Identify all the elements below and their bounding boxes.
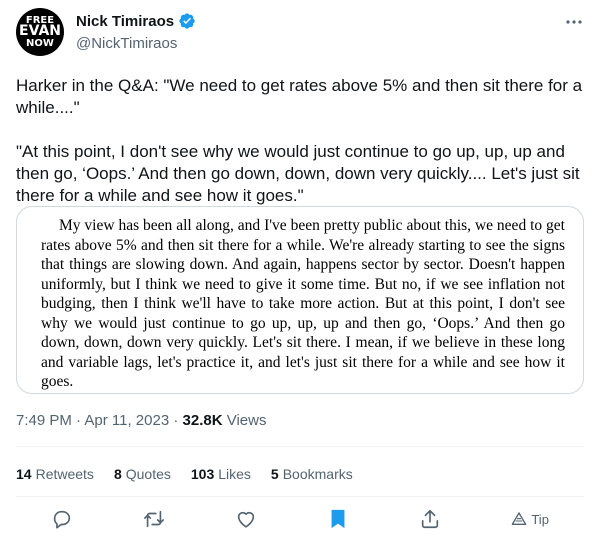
meta-separator: · <box>71 412 85 429</box>
divider <box>16 496 584 497</box>
tweet-date[interactable]: Apr 11, 2023 <box>84 412 169 429</box>
likes-count: 103 <box>190 466 215 482</box>
avatar-line-3: NOW <box>26 37 54 49</box>
share-icon <box>422 509 439 529</box>
more-icon[interactable] <box>564 12 584 32</box>
bookmark-icon <box>331 509 345 529</box>
tweet-stats: 14 Retweets 8 Quotes 103 Likes 5 Bookmarks <box>16 466 373 482</box>
likes-label: Likes <box>218 466 251 482</box>
tweet-time[interactable]: 7:49 PM <box>16 412 72 429</box>
author-name-row[interactable]: Nick Timiraos <box>76 12 196 30</box>
quotes-label: Quotes <box>125 466 171 482</box>
likes-stat[interactable]: 103 Likes <box>191 466 251 482</box>
retweets-count: 14 <box>16 466 32 482</box>
author-name[interactable]: Nick Timiraos <box>76 13 174 30</box>
verified-badge-icon <box>179 13 195 29</box>
meta-separator: · <box>169 412 183 429</box>
media-quote-text: My view has been all along, and I've bee… <box>41 217 565 390</box>
quotes-stat[interactable]: 8 Quotes <box>114 466 171 482</box>
author-handle[interactable]: @NickTimiraos <box>76 35 177 52</box>
quotes-count: 8 <box>113 466 122 482</box>
share-button[interactable] <box>419 508 441 530</box>
retweets-label: Retweets <box>35 466 94 482</box>
action-bar: Tip <box>16 508 584 530</box>
tip-label: Tip <box>531 511 549 527</box>
views-count: 32.8K <box>182 412 223 429</box>
reply-button[interactable] <box>51 508 73 530</box>
tweet-text: Harker in the Q&A: "We need to get rates… <box>16 76 583 205</box>
bookmark-button[interactable] <box>327 508 349 530</box>
like-icon <box>237 511 255 528</box>
retweets-stat[interactable]: 14 Retweets <box>16 466 94 482</box>
bookmarks-count: 5 <box>270 466 279 482</box>
tweet-media-image[interactable]: My view has been all along, and I've bee… <box>16 206 584 394</box>
views-label: Views <box>222 412 267 429</box>
retweet-icon <box>144 510 165 528</box>
retweet-button[interactable] <box>143 508 165 530</box>
avatar[interactable]: FREE EVAN NOW <box>16 8 64 56</box>
bookmarks-stat[interactable]: 5 Bookmarks <box>271 466 353 482</box>
divider <box>16 446 584 447</box>
reply-icon <box>53 510 71 529</box>
avatar-line-2: EVAN <box>19 23 61 40</box>
bookmarks-label: Bookmarks <box>282 466 353 482</box>
tip-button[interactable]: Tip <box>511 511 549 527</box>
tweet-meta: 7:49 PM · Apr 11, 2023 · 32.8K Views <box>16 412 266 429</box>
like-button[interactable] <box>235 508 257 530</box>
tip-icon <box>512 512 527 525</box>
